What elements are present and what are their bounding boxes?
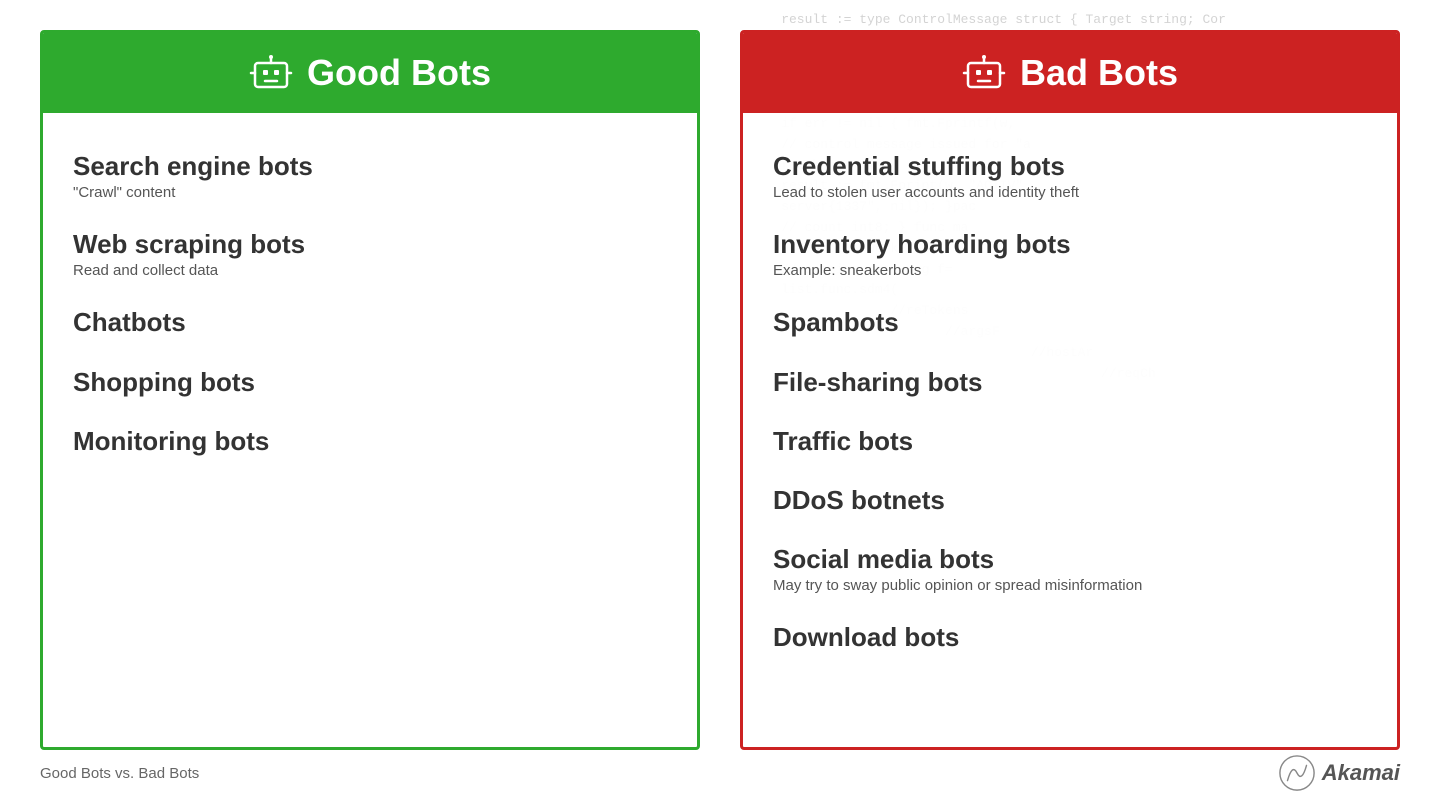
akamai-brand-name: Akamai	[1322, 760, 1400, 786]
bad-bot-item: Traffic bots	[773, 412, 1367, 471]
good-bot-item-title: Shopping bots	[73, 367, 667, 398]
bad-bots-title: Bad Bots	[1020, 52, 1178, 94]
akamai-logo: Akamai	[1278, 754, 1400, 792]
bad-bot-item-title: File-sharing bots	[773, 367, 1367, 398]
good-bot-item-title: Search engine bots	[73, 151, 667, 182]
good-bots-card: Good Bots Search engine bots "Crawl" cont…	[40, 30, 700, 750]
bad-bot-item-title: Spambots	[773, 307, 1367, 338]
bad-bot-item-title: Social media bots	[773, 544, 1367, 575]
bad-bot-item: Credential stuffing bots Lead to stolen u…	[773, 137, 1367, 215]
bad-bots-body: Credential stuffing bots Lead to stolen u…	[743, 113, 1397, 692]
good-bot-item: Shopping bots	[73, 353, 667, 412]
good-bot-item-subtitle: "Crawl" content	[73, 184, 667, 201]
bad-bots-card: Bad Bots Credential stuffing bots Lead to…	[740, 30, 1400, 750]
good-bot-item-title: Monitoring bots	[73, 426, 667, 457]
good-bots-header: Good Bots	[43, 33, 697, 113]
bad-bot-item-title: Credential stuffing bots	[773, 151, 1367, 182]
bad-bot-item: DDoS botnets	[773, 471, 1367, 530]
bad-bot-item: Spambots	[773, 293, 1367, 352]
bad-bot-item-title: Traffic bots	[773, 426, 1367, 457]
akamai-icon	[1278, 754, 1316, 792]
good-bot-item: Search engine bots "Crawl" content	[73, 137, 667, 215]
bad-bot-item-subtitle: Lead to stolen user accounts and identit…	[773, 184, 1367, 201]
good-bot-item-title: Web scraping bots	[73, 229, 667, 260]
bad-bots-header: Bad Bots	[743, 33, 1397, 113]
bad-bot-item-subtitle: May try to sway public opinion or spread…	[773, 577, 1367, 594]
good-bot-icon	[249, 51, 293, 95]
bad-bot-item: Social media bots May try to sway public …	[773, 530, 1367, 608]
bad-bot-item-subtitle: Example: sneakerbots	[773, 262, 1367, 279]
bad-bot-item: Download bots	[773, 608, 1367, 667]
bad-bot-item: File-sharing bots	[773, 353, 1367, 412]
good-bot-item: Monitoring bots	[73, 412, 667, 471]
bad-bot-icon	[962, 51, 1006, 95]
bad-bot-item-title: Download bots	[773, 622, 1367, 653]
bad-bot-item-title: DDoS botnets	[773, 485, 1367, 516]
good-bot-item-title: Chatbots	[73, 307, 667, 338]
good-bots-title: Good Bots	[307, 52, 491, 94]
good-bot-item: Web scraping bots Read and collect data	[73, 215, 667, 293]
good-bot-item-subtitle: Read and collect data	[73, 262, 667, 279]
footer-label: Good Bots vs. Bad Bots	[40, 765, 199, 782]
main-container: Good Bots Search engine bots "Crawl" cont…	[0, 0, 1440, 810]
bad-bot-item-title: Inventory hoarding bots	[773, 229, 1367, 260]
bad-bot-item: Inventory hoarding bots Example: sneakerb…	[773, 215, 1367, 293]
footer: Good Bots vs. Bad Bots Akamai	[40, 754, 1400, 792]
good-bots-body: Search engine bots "Crawl" content Web scr…	[43, 113, 697, 495]
good-bot-item: Chatbots	[73, 293, 667, 352]
